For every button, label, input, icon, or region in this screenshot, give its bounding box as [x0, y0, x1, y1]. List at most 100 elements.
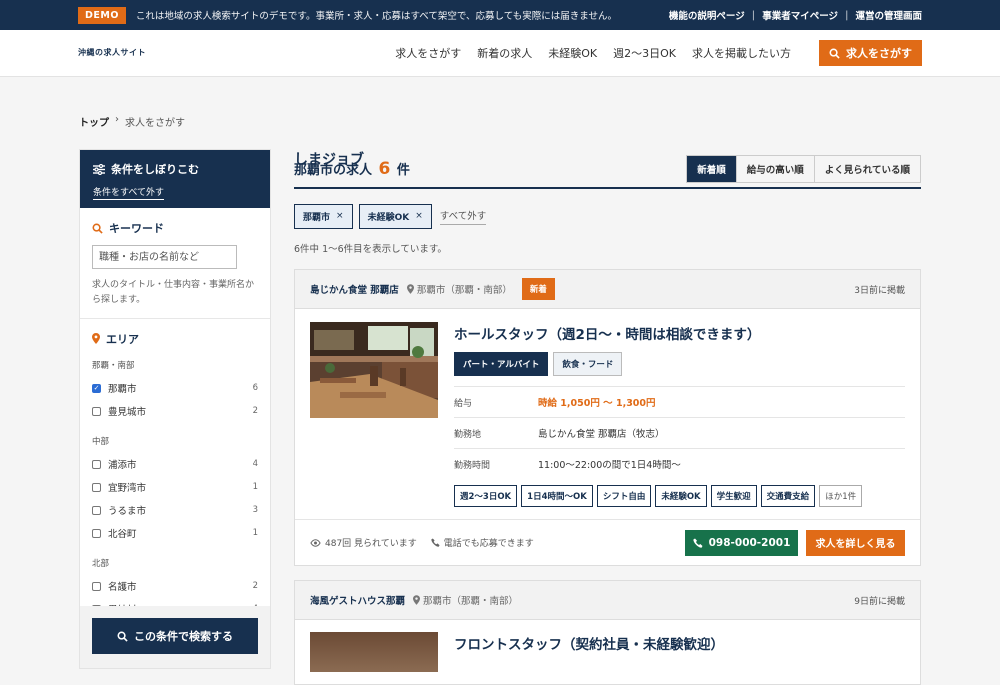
area-checkbox-item[interactable]: 北谷町 1: [92, 522, 258, 545]
salary-row: 給与 時給 1,050円 〜 1,300円: [454, 386, 905, 417]
phone-icon: [693, 538, 703, 548]
job-tag: 学生歓迎: [710, 485, 757, 507]
hours-row: 勤務時間 11:00〜22:00の間で1日4時間〜: [454, 448, 905, 479]
nav-2-3-days[interactable]: 週2〜3日OK: [613, 45, 676, 61]
posted-time: 9日前に掲載: [854, 596, 905, 607]
job-tags: 週2〜3日OK 1日4時間〜OK シフト自由 未経験OK 学生歓迎 交通費支給 …: [454, 485, 905, 507]
top-link-admin[interactable]: 運営の管理画面: [855, 8, 922, 22]
checkbox[interactable]: [92, 528, 101, 538]
filter-chip-naha[interactable]: 那覇市 ×: [294, 203, 353, 229]
job-location-text: 那覇市（那覇・南部）: [423, 596, 519, 607]
job-title[interactable]: フロントスタッフ（契約社員・未経験歓迎）: [454, 633, 905, 653]
area-list: 那覇・南部 ✓ 那覇市 6 豊見城市 2 中部 浦添市 4 宜野湾市 1 うるま市 3 北谷町 1 北部 名護市…: [92, 359, 258, 621]
area-checkbox-item[interactable]: 宜野湾市 1: [92, 476, 258, 499]
salary-value: 時給 1,050円 〜 1,300円: [538, 398, 656, 409]
keyword-input[interactable]: [92, 245, 237, 269]
view-details-label: 求人を詳しく見る: [815, 539, 896, 550]
job-card-body: フロントスタッフ（契約社員・未経験歓迎）: [295, 620, 920, 684]
area-name: 北谷町: [108, 529, 137, 541]
area-count: 1: [252, 482, 258, 493]
filter-chip-no-experience[interactable]: 未経験OK ×: [358, 203, 432, 229]
sort-salary[interactable]: 給与の高い順: [735, 155, 814, 182]
search-icon: [117, 631, 128, 642]
results-title-suffix: 件: [396, 162, 410, 178]
area-section: エリア 那覇・南部 ✓ 那覇市 6 豊見城市 2 中部 浦添市 4 宜野湾市 1 うるま市 3 北谷町 1 北…: [80, 319, 270, 631]
views-info: 487回 見られています: [310, 536, 417, 549]
area-name: 名護市: [108, 582, 137, 594]
chip-label: 那覇市: [303, 212, 331, 223]
nav-no-experience[interactable]: 未経験OK: [548, 45, 597, 61]
view-details-button[interactable]: 求人を詳しく見る: [806, 529, 905, 556]
area-checkbox-item[interactable]: 名護市 2: [92, 575, 258, 598]
nav-new-jobs[interactable]: 新着の求人: [477, 45, 532, 61]
area-checkbox-item[interactable]: ✓ 那覇市 6: [92, 377, 258, 400]
hours-value: 11:00〜22:00の間で1日4時間〜: [538, 460, 681, 471]
job-photo[interactable]: [310, 632, 438, 672]
sidebar-search-area: この条件で検索する: [80, 606, 270, 668]
job-tag: 1日4時間〜OK: [521, 485, 593, 507]
checkbox[interactable]: [92, 459, 101, 469]
job-location: 那覇市（那覇・南部）: [413, 593, 518, 607]
search-icon: [92, 223, 103, 234]
clear-all-chips-link[interactable]: すべて外す: [439, 208, 487, 225]
checkbox[interactable]: [92, 581, 101, 591]
checkbox-checked[interactable]: ✓: [92, 383, 101, 393]
area-name: 豊見城市: [108, 407, 147, 419]
close-icon[interactable]: ×: [336, 211, 344, 221]
map-pin-icon: [406, 284, 414, 294]
place-value: 島じかん食堂 那覇店（牧志）: [538, 429, 665, 440]
job-categories: パート・アルバイト 飲食・フード: [454, 352, 905, 376]
close-icon[interactable]: ×: [415, 211, 423, 221]
header-search-button[interactable]: 求人をさがす: [819, 40, 922, 66]
site-header: 沖縄の求人サイト しまジョブ 求人をさがす 新着の求人 未経験OK 週2〜3日O…: [0, 30, 1000, 168]
area-region-label: 中部: [92, 436, 110, 447]
search-icon: [829, 48, 840, 59]
results-count-line: 6件中 1〜6件目を表示しています。: [294, 244, 447, 255]
area-region-label: 北部: [92, 558, 110, 569]
job-card-body: ホールスタッフ（週2日〜・時間は相談できます） パート・アルバイト 飲食・フード…: [295, 309, 920, 519]
area-checkbox-item[interactable]: 浦添市 4: [92, 453, 258, 476]
job-tag: 未経験OK: [655, 485, 707, 507]
checkbox[interactable]: [92, 406, 101, 416]
job-photo[interactable]: [310, 322, 438, 418]
checkbox[interactable]: [92, 505, 101, 515]
separator: |: [751, 9, 756, 21]
filter-header: 条件をしぼりこむ 条件をすべて外す: [80, 150, 270, 208]
nav-for-employers[interactable]: 求人を掲載したい方: [692, 45, 791, 61]
filter-title: 条件をしぼりこむ: [111, 163, 199, 176]
demo-badge: DEMO: [78, 6, 126, 24]
nav-search-jobs[interactable]: 求人をさがす: [395, 45, 461, 61]
call-button-label: 098-000-2001: [708, 536, 791, 549]
top-link-employer-page[interactable]: 事業者マイページ: [762, 8, 838, 22]
phone-icon: [431, 538, 440, 547]
job-title[interactable]: ホールスタッフ（週2日〜・時間は相談できます）: [454, 323, 905, 343]
checkbox[interactable]: [92, 482, 101, 492]
sidebar-search-label: この条件で検索する: [134, 630, 233, 643]
job-shop-name[interactable]: 海風ゲストハウス那覇: [310, 593, 405, 607]
area-name: 那覇市: [108, 384, 137, 396]
separator: |: [845, 9, 849, 21]
call-button[interactable]: 098-000-2001: [685, 529, 798, 556]
job-tag: シフト自由: [596, 485, 652, 507]
top-link-features[interactable]: 機能の説明ページ: [669, 8, 745, 22]
job-location: 那覇市（那覇・南部）: [406, 282, 512, 296]
keyword-help: 求人のタイトル・仕事内容・事業所名から探します。: [92, 280, 255, 305]
place-label: 勤務地: [454, 429, 482, 440]
sidebar-search-button[interactable]: この条件で検索する: [92, 618, 258, 654]
sort-newest[interactable]: 新着順: [687, 155, 736, 182]
area-checkbox-item[interactable]: 豊見城市 2: [92, 400, 258, 423]
sort-popular[interactable]: よく見られている順: [813, 155, 920, 182]
area-name: 浦添市: [108, 460, 137, 472]
clear-all-filters-link[interactable]: 条件をすべて外す: [93, 185, 165, 200]
eye-icon: [310, 538, 321, 547]
job-shop-name[interactable]: 島じかん食堂 那覇店: [310, 282, 399, 296]
job-location-text: 那覇市（那覇・南部）: [416, 285, 512, 296]
site-logo[interactable]: 沖縄の求人サイト しまジョブ: [78, 49, 364, 168]
job-card-header: 島じかん食堂 那覇店 那覇市（那覇・南部） 新着 3日前に掲載: [295, 270, 920, 309]
breadcrumb-home[interactable]: トップ: [79, 114, 109, 129]
area-name: うるま市: [108, 506, 147, 518]
results-title: 那覇市の求人 6 件: [294, 159, 410, 179]
area-name: 宜野湾市: [108, 483, 147, 495]
top-links: 機能の説明ページ | 事業者マイページ | 運営の管理画面: [669, 8, 922, 23]
area-checkbox-item[interactable]: うるま市 3: [92, 499, 258, 522]
